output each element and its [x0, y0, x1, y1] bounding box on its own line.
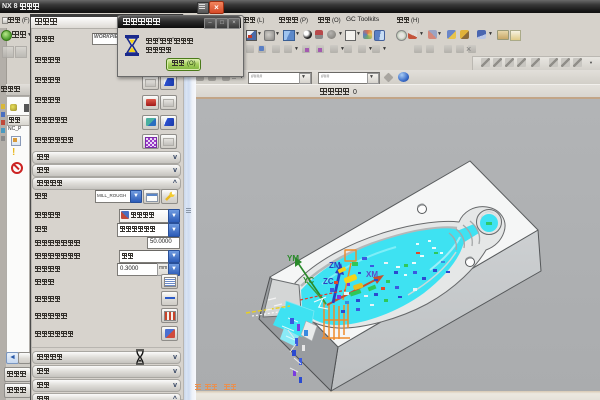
svg-text:ZC: ZC — [323, 277, 334, 286]
svg-text:YC: YC — [303, 276, 314, 285]
svg-text:YM: YM — [287, 254, 299, 263]
svg-text:XM: XM — [366, 270, 378, 279]
svg-text:ZM: ZM — [329, 261, 341, 270]
